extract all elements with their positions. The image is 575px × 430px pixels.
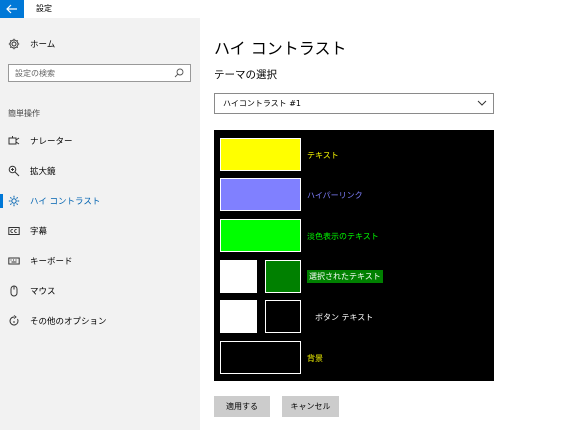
search-input[interactable] [15, 68, 175, 78]
sidebar-item-label: キーボード [30, 257, 73, 267]
theme-dropdown-value: ハイコントラスト #1 [223, 99, 302, 108]
title-bar: 設定 [0, 0, 575, 18]
other-options-icon [9, 315, 19, 326]
high-contrast-icon [8, 195, 20, 207]
page-title: ハイ コントラスト [214, 39, 347, 58]
mouse-icon [10, 285, 18, 297]
button-face-swatch[interactable] [220, 300, 257, 333]
back-button[interactable] [0, 0, 24, 18]
home-label: ホーム [30, 40, 56, 50]
sidebar-item-mouse[interactable]: マウス [0, 276, 200, 306]
sidebar-item-closed-captions[interactable]: 字幕 [0, 216, 200, 246]
keyboard-icon [8, 257, 20, 265]
background-color-swatch[interactable] [220, 341, 301, 374]
selected-text-bg-swatch[interactable] [265, 260, 301, 293]
closed-captions-icon [8, 227, 20, 235]
narrator-icon [8, 136, 20, 145]
sidebar-item-label: その他のオプション [30, 317, 107, 327]
selected-text-label: 選択されたテキスト [307, 270, 383, 283]
sidebar-item-label: マウス [30, 287, 56, 297]
hyperlink-color-swatch[interactable] [220, 178, 301, 211]
back-arrow-icon [6, 4, 17, 14]
contrast-preview: テキスト ハイパーリンク 淡色表示のテキスト 選択されたテキスト ボタン テキス… [214, 130, 494, 381]
apply-button[interactable]: 適用する [214, 396, 270, 417]
sidebar-item-label: ハイ コントラスト [30, 197, 101, 207]
sidebar-item-high-contrast[interactable]: ハイ コントラスト [0, 186, 200, 216]
search-icon[interactable] [174, 68, 184, 78]
hyperlink-label: ハイパーリンク [307, 191, 363, 200]
button-text-label: ボタン テキスト [315, 313, 374, 322]
text-label: テキスト [307, 151, 339, 160]
window-title: 設定 [36, 4, 52, 13]
text-color-swatch[interactable] [220, 138, 301, 171]
home-nav-item[interactable]: ホーム [8, 37, 55, 51]
sidebar: ホーム 簡単操作 ナレーター 拡大鏡 [0, 18, 200, 430]
sidebar-item-other-options[interactable]: その他のオプション [0, 306, 200, 336]
search-box[interactable] [8, 64, 191, 82]
theme-select-label: テーマの選択 [214, 69, 277, 81]
chevron-down-icon [477, 100, 487, 106]
sidebar-item-label: 字幕 [30, 227, 48, 237]
disabled-text-color-swatch[interactable] [220, 219, 301, 252]
button-text-swatch[interactable] [265, 300, 301, 333]
theme-dropdown[interactable]: ハイコントラスト #1 [214, 93, 494, 114]
active-indicator [0, 194, 3, 208]
selected-text-fg-swatch[interactable] [220, 260, 257, 293]
gear-icon [8, 38, 20, 50]
sidebar-item-magnifier[interactable]: 拡大鏡 [0, 156, 200, 186]
disabled-text-label: 淡色表示のテキスト [307, 232, 379, 241]
background-label: 背景 [307, 354, 323, 363]
sidebar-item-keyboard[interactable]: キーボード [0, 246, 200, 276]
section-label: 簡単操作 [8, 109, 40, 118]
sidebar-item-narrator[interactable]: ナレーター [0, 126, 200, 156]
sidebar-item-label: ナレーター [30, 137, 73, 147]
cancel-button[interactable]: キャンセル [282, 396, 339, 417]
sidebar-item-label: 拡大鏡 [30, 167, 56, 177]
sidebar-nav: ナレーター 拡大鏡 ハイ コントラスト 字幕 キーボード マウス その他のオプシ… [0, 126, 200, 336]
magnifier-icon [8, 165, 20, 177]
